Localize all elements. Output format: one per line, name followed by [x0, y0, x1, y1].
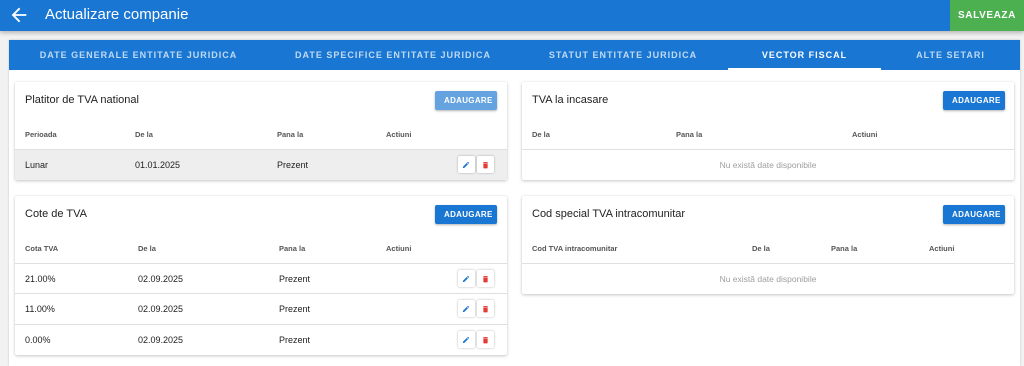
column-header: Cod TVA intracomunitar [532, 244, 618, 253]
tab-alte-setari[interactable]: ALTE SETARI [881, 40, 1020, 70]
column-header: De la [532, 130, 550, 139]
main-panel: DATE GENERALE ENTITATE JURIDICA DATE SPE… [9, 40, 1020, 366]
card-title: Platitor de TVA national [25, 94, 139, 106]
column-header: Actiuni [386, 130, 412, 139]
tab-date-generale[interactable]: DATE GENERALE ENTITATE JURIDICA [9, 40, 268, 70]
column-header: Actiuni [386, 244, 412, 253]
trash-icon [483, 276, 488, 283]
column-header: Cota TVA [25, 244, 59, 253]
back-button[interactable] [8, 4, 30, 26]
column-header: De la [135, 130, 153, 139]
empty-row: Nu există date disponibile [522, 263, 1014, 294]
edit-button[interactable] [458, 270, 475, 287]
add-cota-tva-button[interactable]: ADAUGARE [435, 205, 497, 224]
edit-button[interactable] [458, 156, 475, 173]
app-bar: Actualizare companie SALVEAZA [0, 0, 1024, 31]
cote-tva-card: Cote de TVA ADAUGARE Cota TVA De la Pana… [15, 196, 507, 355]
cell-perioada: Lunar [25, 160, 49, 170]
edit-button[interactable] [458, 300, 475, 317]
empty-row: Nu există date disponibile [522, 149, 1014, 180]
empty-message: Nu există date disponibile [719, 274, 817, 284]
add-cod-special-button[interactable]: ADAUGARE [943, 205, 1005, 224]
cell-cota: 21.00% [25, 274, 56, 284]
delete-button[interactable] [477, 300, 494, 317]
delete-button[interactable] [477, 270, 494, 287]
cell-cota: 11.00% [25, 304, 55, 314]
tva-national-card: Platitor de TVA national ADAUGARE Perioa… [15, 82, 507, 180]
empty-message: Nu există date disponibile [719, 160, 817, 170]
column-header: Actiuni [852, 130, 878, 139]
delete-button[interactable] [477, 331, 494, 348]
save-button[interactable]: SALVEAZA [950, 0, 1024, 31]
pencil-icon [462, 161, 470, 169]
cell-de-la: 02.09.2025 [138, 304, 184, 314]
tab-statut[interactable]: STATUT ENTITATE JURIDICA [518, 40, 728, 70]
column-header: Pana la [277, 130, 304, 139]
table-row: 11.00% 02.09.2025 Prezent [15, 293, 507, 324]
card-title: Cote de TVA [25, 208, 87, 220]
column-header: Pana la [831, 244, 858, 253]
edit-button[interactable] [458, 331, 475, 348]
table-row: Lunar 01.01.2025 Prezent [15, 149, 507, 180]
cell-pana-la: Prezent [277, 160, 309, 170]
cell-cota: 0.00% [25, 335, 51, 345]
card-title: TVA la incasare [532, 94, 609, 106]
cell-de-la: 02.09.2025 [138, 274, 184, 284]
tab-date-specifice[interactable]: DATE SPECIFICE ENTITATE JURIDICA [268, 40, 518, 70]
page-title: Actualizare companie [45, 6, 189, 23]
cell-pana-la: Prezent [279, 335, 311, 345]
cell-pana-la: Prezent [279, 304, 311, 314]
pencil-icon [462, 275, 470, 283]
table-row: 0.00% 02.09.2025 Prezent [15, 324, 507, 355]
tva-incasare-card: TVA la incasare ADAUGARE De la Pana la A… [522, 82, 1014, 180]
column-header: Actiuni [929, 244, 955, 253]
arrow-left-icon [11, 7, 27, 23]
cod-special-card: Cod special TVA intracomunitar ADAUGARE … [522, 196, 1014, 294]
pencil-icon [462, 305, 470, 313]
tab-vector-fiscal[interactable]: VECTOR FISCAL [728, 40, 881, 70]
column-header: Pana la [279, 244, 306, 253]
trash-icon [483, 162, 488, 169]
cell-de-la: 02.09.2025 [138, 335, 184, 345]
add-tva-incasare-button[interactable]: ADAUGARE [943, 91, 1005, 110]
column-header: Pana la [676, 130, 703, 139]
cell-de-la: 01.01.2025 [135, 160, 181, 170]
trash-icon [483, 306, 488, 313]
add-tva-national-button[interactable]: ADAUGARE [435, 91, 497, 110]
column-header: De la [138, 244, 156, 253]
pencil-icon [462, 336, 470, 344]
delete-button[interactable] [477, 156, 494, 173]
tab-bar: DATE GENERALE ENTITATE JURIDICA DATE SPE… [9, 40, 1020, 70]
trash-icon [483, 337, 488, 344]
column-header: De la [752, 244, 770, 253]
card-title: Cod special TVA intracomunitar [532, 208, 686, 220]
cell-pana-la: Prezent [279, 274, 311, 284]
table-row: 21.00% 02.09.2025 Prezent [15, 263, 507, 293]
column-header: Perioada [25, 130, 57, 139]
